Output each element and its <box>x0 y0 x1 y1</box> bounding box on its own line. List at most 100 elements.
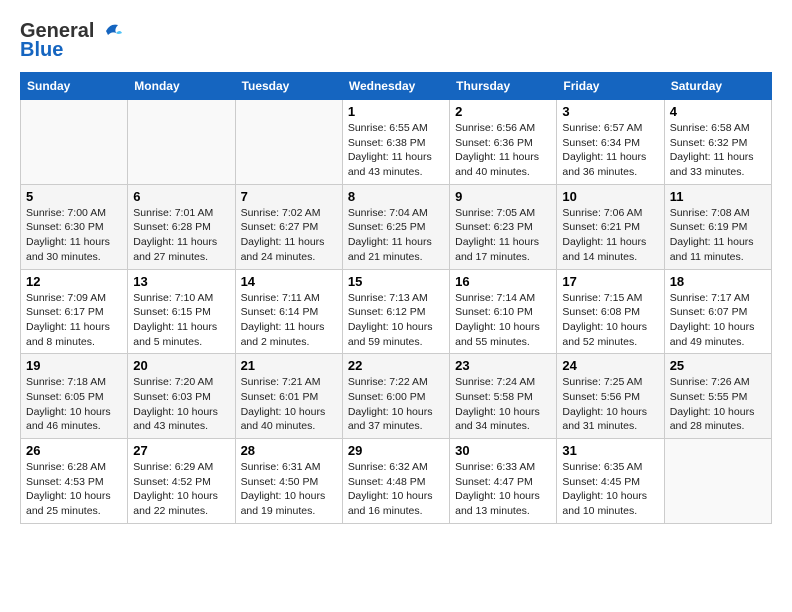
day-info: Sunrise: 7:05 AMSunset: 6:23 PMDaylight:… <box>455 206 551 265</box>
day-number: 6 <box>133 189 229 204</box>
calendar-cell: 21Sunrise: 7:21 AMSunset: 6:01 PMDayligh… <box>235 354 342 439</box>
day-info: Sunrise: 7:02 AMSunset: 6:27 PMDaylight:… <box>241 206 337 265</box>
calendar-week-row: 5 Sunrise: 7:00 AMSunset: 6:30 PMDaylight… <box>21 184 772 269</box>
calendar-cell <box>664 439 771 524</box>
day-info: Sunrise: 7:25 AMSunset: 5:56 PMDaylight:… <box>562 375 658 434</box>
day-info: Sunrise: 7:01 AMSunset: 6:28 PMDaylight:… <box>133 206 229 265</box>
calendar-cell: 30 Sunrise: 6:33 AMSunset: 4:47 PMDayligh… <box>450 439 557 524</box>
day-info: Sunrise: 6:57 AMSunset: 6:34 PMDaylight:… <box>562 121 658 180</box>
calendar-week-row: 12Sunrise: 7:09 AMSunset: 6:17 PMDayligh… <box>21 269 772 354</box>
day-info: Sunrise: 7:15 AMSunset: 6:08 PMDaylight:… <box>562 291 658 350</box>
day-number: 20 <box>133 358 229 373</box>
day-number: 3 <box>562 104 658 119</box>
calendar-week-row: 1 Sunrise: 6:55 AMSunset: 6:38 PMDaylight… <box>21 100 772 185</box>
calendar-cell: 5 Sunrise: 7:00 AMSunset: 6:30 PMDaylight… <box>21 184 128 269</box>
page-header: General Blue <box>20 20 772 62</box>
day-info: Sunrise: 6:35 AMSunset: 4:45 PMDaylight:… <box>562 460 658 519</box>
day-number: 21 <box>241 358 337 373</box>
calendar-header-row: SundayMondayTuesdayWednesdayThursdayFrid… <box>21 73 772 100</box>
calendar-cell: 16 Sunrise: 7:14 AMSunset: 6:10 PMDayligh… <box>450 269 557 354</box>
calendar-cell: 17 Sunrise: 7:15 AMSunset: 6:08 PMDayligh… <box>557 269 664 354</box>
day-info: Sunrise: 6:55 AMSunset: 6:38 PMDaylight:… <box>348 121 444 180</box>
calendar-cell: 11 Sunrise: 7:08 AMSunset: 6:19 PMDayligh… <box>664 184 771 269</box>
day-info: Sunrise: 7:11 AMSunset: 6:14 PMDaylight:… <box>241 291 337 350</box>
day-info: Sunrise: 6:56 AMSunset: 6:36 PMDaylight:… <box>455 121 551 180</box>
day-number: 4 <box>670 104 766 119</box>
day-info: Sunrise: 7:20 AMSunset: 6:03 PMDaylight:… <box>133 375 229 434</box>
calendar-cell: 10 Sunrise: 7:06 AMSunset: 6:21 PMDayligh… <box>557 184 664 269</box>
day-number: 8 <box>348 189 444 204</box>
day-number: 27 <box>133 443 229 458</box>
day-info: Sunrise: 6:33 AMSunset: 4:47 PMDaylight:… <box>455 460 551 519</box>
day-number: 24 <box>562 358 658 373</box>
logo-bird-icon <box>98 21 124 43</box>
day-number: 25 <box>670 358 766 373</box>
calendar-cell: 8 Sunrise: 7:04 AMSunset: 6:25 PMDaylight… <box>342 184 449 269</box>
day-number: 5 <box>26 189 122 204</box>
calendar-cell: 28Sunrise: 6:31 AMSunset: 4:50 PMDayligh… <box>235 439 342 524</box>
calendar-cell: 1 Sunrise: 6:55 AMSunset: 6:38 PMDaylight… <box>342 100 449 185</box>
day-number: 13 <box>133 274 229 289</box>
day-number: 22 <box>348 358 444 373</box>
day-info: Sunrise: 6:32 AMSunset: 4:48 PMDaylight:… <box>348 460 444 519</box>
day-info: Sunrise: 7:26 AMSunset: 5:55 PMDaylight:… <box>670 375 766 434</box>
calendar-week-row: 19 Sunrise: 7:18 AMSunset: 6:05 PMDayligh… <box>21 354 772 439</box>
calendar-cell: 23Sunrise: 7:24 AMSunset: 5:58 PMDayligh… <box>450 354 557 439</box>
calendar-cell: 27 Sunrise: 6:29 AMSunset: 4:52 PMDayligh… <box>128 439 235 524</box>
day-number: 1 <box>348 104 444 119</box>
logo: General Blue <box>20 20 124 62</box>
calendar-cell <box>21 100 128 185</box>
calendar-cell <box>128 100 235 185</box>
day-header-thursday: Thursday <box>450 73 557 100</box>
calendar-cell: 18Sunrise: 7:17 AMSunset: 6:07 PMDayligh… <box>664 269 771 354</box>
calendar-cell: 13 Sunrise: 7:10 AMSunset: 6:15 PMDayligh… <box>128 269 235 354</box>
calendar-cell: 9Sunrise: 7:05 AMSunset: 6:23 PMDaylight… <box>450 184 557 269</box>
day-number: 19 <box>26 358 122 373</box>
calendar-cell: 7 Sunrise: 7:02 AMSunset: 6:27 PMDaylight… <box>235 184 342 269</box>
day-number: 23 <box>455 358 551 373</box>
calendar-cell: 22 Sunrise: 7:22 AMSunset: 6:00 PMDayligh… <box>342 354 449 439</box>
day-info: Sunrise: 7:08 AMSunset: 6:19 PMDaylight:… <box>670 206 766 265</box>
day-info: Sunrise: 7:10 AMSunset: 6:15 PMDaylight:… <box>133 291 229 350</box>
calendar-cell: 15 Sunrise: 7:13 AMSunset: 6:12 PMDayligh… <box>342 269 449 354</box>
day-number: 11 <box>670 189 766 204</box>
day-info: Sunrise: 7:14 AMSunset: 6:10 PMDaylight:… <box>455 291 551 350</box>
day-header-saturday: Saturday <box>664 73 771 100</box>
calendar-cell: 31 Sunrise: 6:35 AMSunset: 4:45 PMDayligh… <box>557 439 664 524</box>
day-number: 18 <box>670 274 766 289</box>
calendar-cell: 2 Sunrise: 6:56 AMSunset: 6:36 PMDaylight… <box>450 100 557 185</box>
calendar-table: SundayMondayTuesdayWednesdayThursdayFrid… <box>20 72 772 524</box>
day-number: 15 <box>348 274 444 289</box>
calendar-cell: 19 Sunrise: 7:18 AMSunset: 6:05 PMDayligh… <box>21 354 128 439</box>
calendar-cell: 26 Sunrise: 6:28 AMSunset: 4:53 PMDayligh… <box>21 439 128 524</box>
day-number: 16 <box>455 274 551 289</box>
day-header-sunday: Sunday <box>21 73 128 100</box>
day-number: 2 <box>455 104 551 119</box>
day-info: Sunrise: 7:13 AMSunset: 6:12 PMDaylight:… <box>348 291 444 350</box>
day-info: Sunrise: 7:00 AMSunset: 6:30 PMDaylight:… <box>26 206 122 265</box>
day-number: 17 <box>562 274 658 289</box>
day-number: 31 <box>562 443 658 458</box>
day-number: 7 <box>241 189 337 204</box>
day-number: 10 <box>562 189 658 204</box>
day-header-monday: Monday <box>128 73 235 100</box>
calendar-cell: 24 Sunrise: 7:25 AMSunset: 5:56 PMDayligh… <box>557 354 664 439</box>
day-info: Sunrise: 7:06 AMSunset: 6:21 PMDaylight:… <box>562 206 658 265</box>
day-header-friday: Friday <box>557 73 664 100</box>
day-info: Sunrise: 6:29 AMSunset: 4:52 PMDaylight:… <box>133 460 229 519</box>
day-number: 14 <box>241 274 337 289</box>
day-number: 30 <box>455 443 551 458</box>
calendar-cell <box>235 100 342 185</box>
day-info: Sunrise: 7:22 AMSunset: 6:00 PMDaylight:… <box>348 375 444 434</box>
day-number: 12 <box>26 274 122 289</box>
logo-blue-text: Blue <box>20 39 63 62</box>
calendar-cell: 20 Sunrise: 7:20 AMSunset: 6:03 PMDayligh… <box>128 354 235 439</box>
calendar-cell: 25 Sunrise: 7:26 AMSunset: 5:55 PMDayligh… <box>664 354 771 439</box>
calendar-week-row: 26 Sunrise: 6:28 AMSunset: 4:53 PMDayligh… <box>21 439 772 524</box>
day-number: 26 <box>26 443 122 458</box>
day-info: Sunrise: 7:04 AMSunset: 6:25 PMDaylight:… <box>348 206 444 265</box>
calendar-cell: 14 Sunrise: 7:11 AMSunset: 6:14 PMDayligh… <box>235 269 342 354</box>
day-info: Sunrise: 7:18 AMSunset: 6:05 PMDaylight:… <box>26 375 122 434</box>
day-info: Sunrise: 6:58 AMSunset: 6:32 PMDaylight:… <box>670 121 766 180</box>
day-info: Sunrise: 6:28 AMSunset: 4:53 PMDaylight:… <box>26 460 122 519</box>
